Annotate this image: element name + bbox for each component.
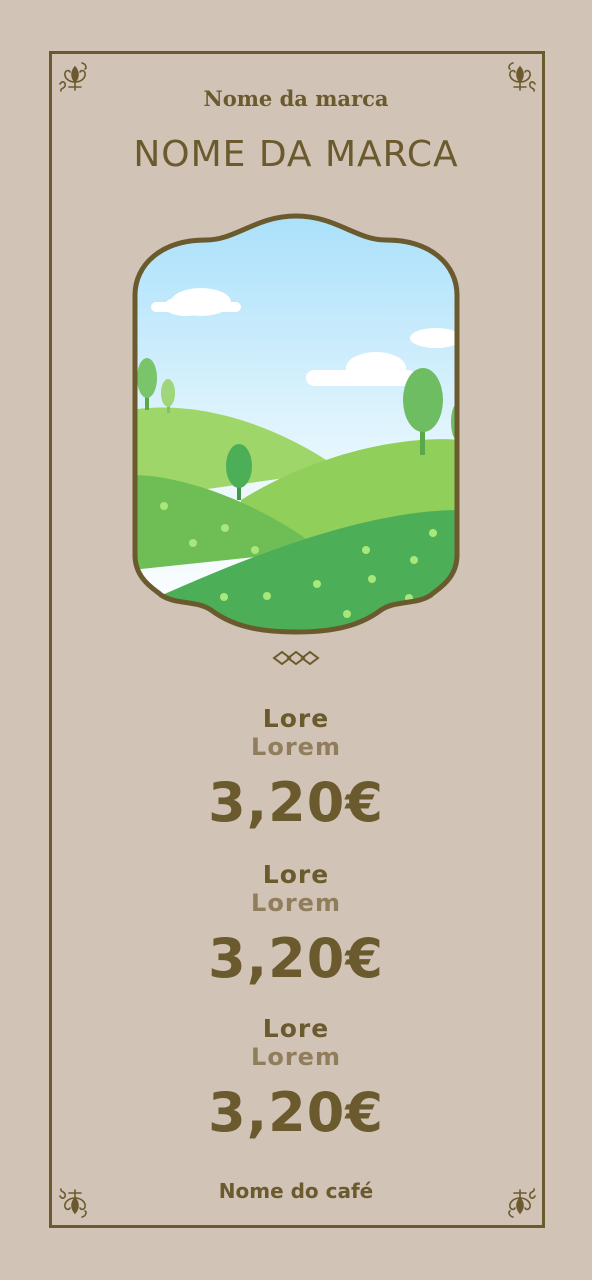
menu-item-price: 3,20€ xyxy=(208,771,384,834)
menu-item: Lore Lorem 3,20€ xyxy=(0,705,592,833)
landscape-hills-illustration xyxy=(131,210,461,638)
menu-item-title: Lore xyxy=(262,860,330,889)
menu-poster: Nome da marca NOME DA MARCA Lore Lorem 3… xyxy=(0,0,592,1280)
brand-name-small: Nome da marca xyxy=(203,86,389,111)
menu-item-subtitle: Lorem xyxy=(251,733,341,761)
menu-item-price: 3,20€ xyxy=(208,1081,384,1144)
menu-item-subtitle: Lorem xyxy=(251,1043,341,1071)
diamond-divider-icon xyxy=(270,648,322,668)
cafe-name: Nome do café xyxy=(218,1179,374,1203)
brand-name-title: NOME DA MARCA xyxy=(133,134,459,175)
menu-item: Lore Lorem 3,20€ xyxy=(0,861,592,989)
menu-item-title: Lore xyxy=(262,704,330,733)
menu-item-price: 3,20€ xyxy=(208,927,384,990)
menu-item: Lore Lorem 3,20€ xyxy=(0,1015,592,1143)
menu-item-subtitle: Lorem xyxy=(251,889,341,917)
menu-item-title: Lore xyxy=(262,1014,330,1043)
